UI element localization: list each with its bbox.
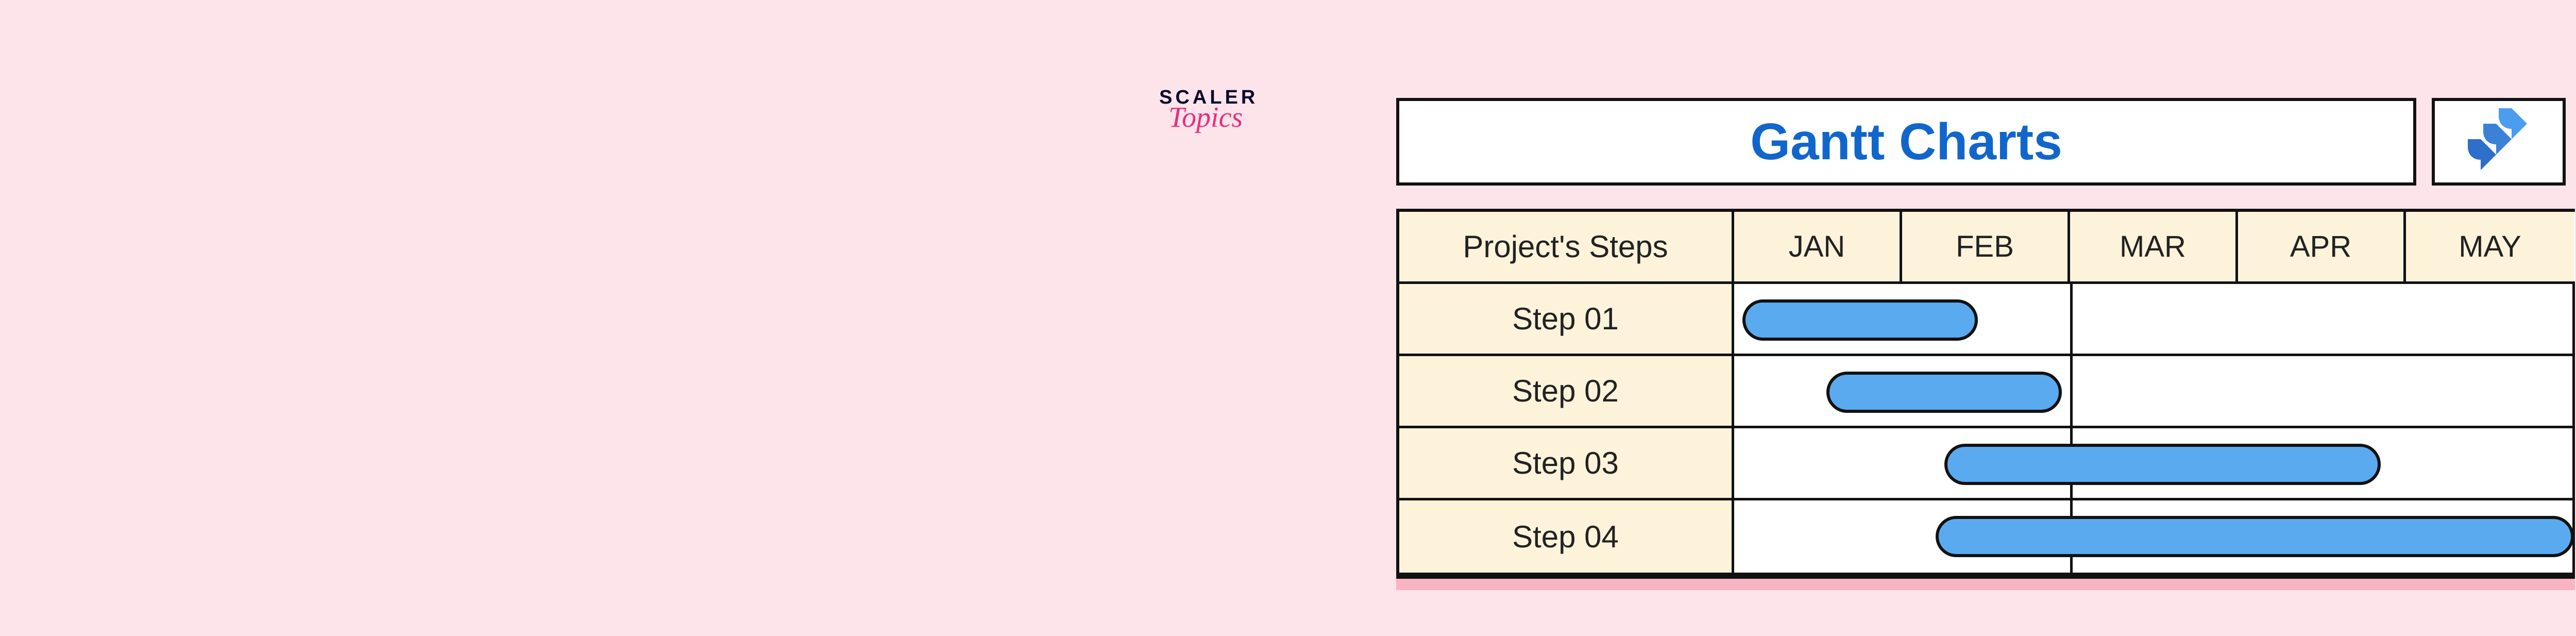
gantt-bar	[1826, 372, 2061, 413]
title-row: Gantt Charts	[1396, 98, 2576, 186]
table-row: Step 04	[1399, 500, 2575, 573]
gridline	[2572, 356, 2575, 426]
gantt-table: Project's Steps JAN FEB MAR APR MAY Step…	[1396, 209, 2575, 576]
table-row: Step 02	[1399, 356, 2575, 428]
month-header: FEB	[1902, 212, 2070, 281]
table-row: Step 03	[1399, 428, 2575, 500]
gantt-panel: Gantt Charts Project's Steps JAN FEB MAR…	[1396, 98, 2576, 590]
jira-logo-box	[2432, 98, 2566, 186]
gridline	[2070, 284, 2073, 354]
gridline	[2572, 428, 2575, 498]
header-row: Project's Steps JAN FEB MAR APR MAY	[1399, 212, 2575, 284]
step-label: Step 04	[1399, 500, 1734, 573]
month-header: MAY	[2406, 212, 2574, 281]
footer-accent	[1396, 576, 2575, 590]
step-label: Step 03	[1399, 428, 1734, 498]
gridline	[2572, 284, 2575, 354]
gantt-bar	[1742, 299, 1977, 341]
step-label: Step 01	[1399, 284, 1734, 354]
chart-title: Gantt Charts	[1750, 112, 2062, 172]
month-header: JAN	[1734, 212, 1902, 281]
gantt-bar	[1944, 444, 2381, 485]
timeline-cell	[1734, 428, 2575, 498]
scaler-topics-logo: SCALER Topics	[1159, 88, 1283, 129]
timeline-cell	[1734, 500, 2575, 573]
step-label: Step 02	[1399, 356, 1734, 426]
month-header: MAR	[2070, 212, 2238, 281]
logo-line-2: Topics	[1168, 106, 1283, 129]
steps-header: Project's Steps	[1399, 212, 1734, 281]
timeline-cell	[1734, 356, 2575, 426]
gantt-bar	[1936, 516, 2574, 557]
jira-icon	[2458, 101, 2540, 183]
month-header: APR	[2238, 212, 2406, 281]
table-row: Step 01	[1399, 284, 2575, 356]
title-box: Gantt Charts	[1396, 98, 2416, 186]
gridline	[2070, 356, 2073, 426]
timeline-cell	[1734, 284, 2575, 354]
